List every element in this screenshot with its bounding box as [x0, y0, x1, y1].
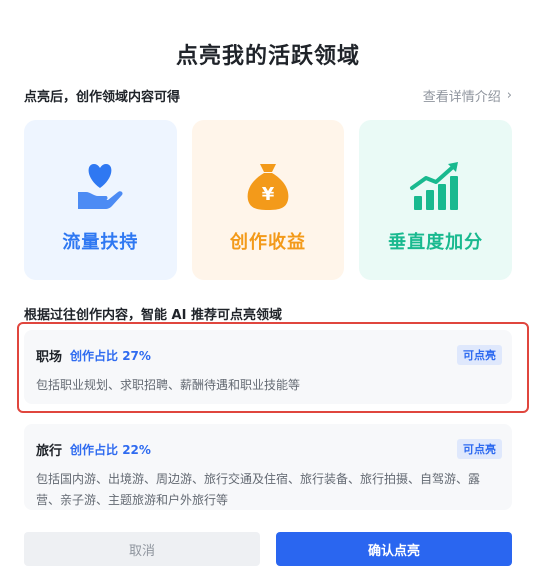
chevron-right-icon: ›	[506, 88, 512, 103]
cancel-button[interactable]: 取消	[24, 532, 260, 566]
subhead: 点亮后，创作领域内容可得	[24, 90, 181, 105]
domain-ratio: 创作占比 27%	[70, 348, 151, 363]
svg-text:¥: ¥	[262, 184, 275, 205]
money-bag-icon: ¥	[247, 164, 289, 210]
confirm-light-button[interactable]: 确认点亮	[276, 532, 512, 566]
domain-description: 包括国内游、出境游、周边游、旅行交通及住宿、旅行装备、旅行拍摄、自驾游、露营、亲…	[36, 472, 481, 507]
growth-chart-icon	[409, 162, 458, 210]
recommend-title: 根据过往创作内容，智能 AI 推荐可点亮领域	[24, 308, 282, 323]
benefit-verticality-bonus: 垂直度加分	[359, 120, 513, 280]
benefit-traffic-support: 流量扶持	[24, 120, 177, 280]
benefits-row: 流量扶持 ¥ 创作收益 垂直度加分	[24, 120, 513, 280]
benefit-label: 创作收益	[230, 232, 306, 253]
can-light-badge: 可点亮	[457, 439, 502, 459]
benefit-label: 流量扶持	[62, 232, 139, 253]
dialog-title: 点亮我的活跃领域	[175, 44, 360, 69]
benefit-label: 垂直度加分	[388, 232, 484, 253]
domain-name: 职场	[36, 349, 63, 365]
can-light-badge: 可点亮	[457, 345, 502, 365]
view-details-label: 查看详情介绍	[422, 90, 501, 105]
domain-card-workplace[interactable]: 职场 创作占比 27% 可点亮 包括职业规划、求职招聘、薪酬待遇和职业技能等	[24, 330, 512, 404]
domain-description: 包括职业规划、求职招聘、薪酬待遇和职业技能等	[36, 378, 301, 392]
view-details-link[interactable]: 查看详情介绍 ›	[423, 86, 512, 105]
benefit-creation-income: ¥ 创作收益	[191, 120, 345, 280]
heart-hand-icon	[78, 164, 123, 209]
domain-ratio: 创作占比 22%	[70, 442, 151, 457]
domain-name: 旅行	[36, 443, 63, 459]
domain-card-travel[interactable]: 旅行 创作占比 22% 可点亮 包括国内游、出境游、周边游、旅行交通及住宿、旅行…	[24, 424, 512, 510]
